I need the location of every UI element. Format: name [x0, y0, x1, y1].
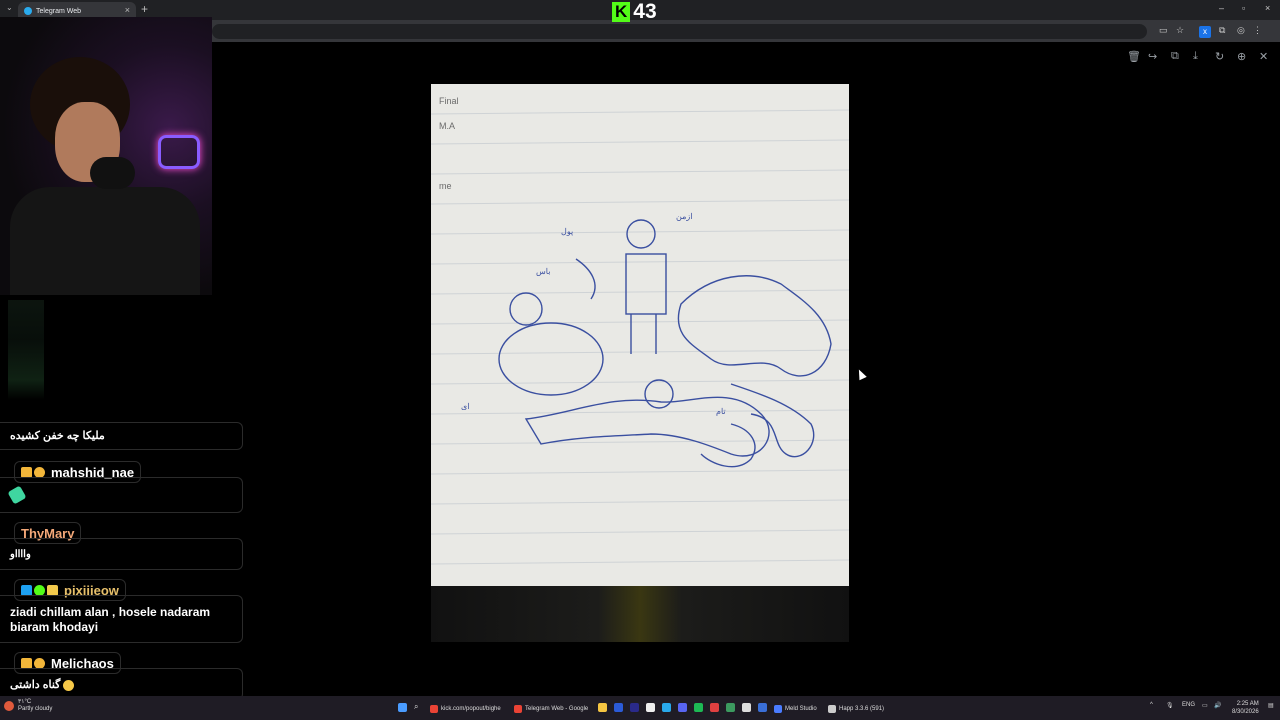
kick-logo: K	[612, 2, 631, 22]
app-icon-3[interactable]	[646, 703, 655, 712]
chat-message-text: ملیکا چه خفن کشیده	[10, 430, 105, 442]
bookmark-star-icon[interactable]: ☆	[1176, 25, 1184, 36]
system-clock[interactable]: 2:25 AM 8/30/2026	[1232, 700, 1259, 716]
app-icon-2[interactable]	[630, 703, 639, 712]
chat-message-text: گناه داشتی	[10, 679, 61, 691]
rotate-icon[interactable]: ↻	[1215, 50, 1224, 63]
download-icon[interactable]: ⤓	[1193, 50, 1198, 63]
forward-icon[interactable]: ↪	[1148, 50, 1157, 63]
weather-desc: Partly cloudy	[18, 706, 53, 712]
chat-avatars-blur	[8, 300, 44, 400]
discord-icon[interactable]	[678, 703, 687, 712]
chat-message	[0, 477, 243, 513]
taskbar-item-label: kick.com/popout/bighe	[441, 706, 501, 712]
search-icon[interactable]: ⌕	[414, 702, 418, 712]
sketch-note-1: Final	[439, 96, 459, 106]
app-icon-6[interactable]	[726, 703, 735, 712]
clock-date: 8/30/2026	[1232, 709, 1259, 715]
app-icon-1[interactable]	[614, 703, 623, 712]
chat-message-text: وااااو	[10, 549, 31, 560]
tab-title: Telegram Web	[36, 7, 82, 15]
taskbar-item-kick[interactable]: kick.com/popout/bighe	[430, 702, 501, 716]
meld-studio-icon	[774, 705, 782, 713]
start-icon[interactable]	[398, 703, 407, 712]
neon-sign	[158, 135, 200, 169]
vip-badge-icon	[21, 584, 32, 596]
sketch-note-3: me	[439, 181, 452, 191]
happ-icon	[828, 705, 836, 713]
file-explorer-icon[interactable]	[598, 703, 607, 712]
close-icon[interactable]: ✕	[1259, 50, 1268, 63]
sketch-label-4: ای	[461, 402, 469, 411]
tab-search-icon[interactable]: ⌄	[6, 3, 13, 12]
verified-badge-icon	[34, 584, 45, 596]
close-window-button[interactable]: ×	[1265, 3, 1270, 13]
app-icon-5[interactable]	[710, 703, 719, 712]
crown-badge-icon	[47, 584, 58, 596]
menu-kebab-icon[interactable]: ⋮	[1253, 25, 1262, 36]
smile-emoji-icon	[63, 679, 75, 691]
taskbar-item-telegram[interactable]: Telegram Web - Google	[514, 702, 588, 716]
minimize-button[interactable]: –	[1219, 3, 1224, 13]
notebook-sketch: ازمن پول باس ای تام Final M.A me	[431, 96, 849, 565]
feather-emote-icon	[7, 485, 27, 507]
microphone-tray-icon[interactable]: 🎙	[1166, 702, 1174, 709]
zoom-in-icon[interactable]: ⊕	[1237, 50, 1246, 63]
new-tab-button[interactable]: +	[141, 2, 148, 16]
tier-badge-icon	[34, 466, 45, 478]
extensions-icon[interactable]: ⧉	[1219, 25, 1225, 36]
sketch-label-2: پول	[561, 227, 573, 236]
sketch-label-5: تام	[716, 407, 726, 416]
chat-message-line-2: biaram khodayi	[10, 620, 99, 634]
profile-icon[interactable]: ◎	[1237, 25, 1245, 36]
tray-chevron-icon[interactable]: ^	[1150, 702, 1153, 708]
extension-x-icon[interactable]: x	[1199, 26, 1211, 38]
cast-icon[interactable]: ▭	[1159, 25, 1168, 36]
telegram-icon	[24, 7, 32, 15]
app-icon-4[interactable]	[694, 703, 703, 712]
network-icon[interactable]: ▭	[1202, 702, 1208, 709]
chrome-icon	[514, 705, 522, 713]
chat-message-line-1: ziadi chillam alan , hosele nadaram	[10, 605, 211, 619]
taskbar-item-meld[interactable]: Meld Studio	[774, 702, 817, 716]
taskbar-item-happ[interactable]: Happ 3.3.6 (591)	[828, 702, 884, 716]
taskbar-item-label: Meld Studio	[785, 706, 817, 712]
volume-icon[interactable]: 🔊	[1214, 702, 1221, 709]
sketch-label-3: باس	[536, 267, 550, 276]
app-icon-8[interactable]	[758, 703, 767, 712]
microphone-icon	[90, 157, 135, 189]
trash-icon[interactable]: 🗑	[1127, 50, 1141, 63]
sketch-note-2: M.A	[439, 121, 455, 131]
telegram-taskbar-icon[interactable]	[662, 703, 671, 712]
weather-widget[interactable]: ۳۱°C Partly cloudy	[4, 699, 52, 713]
viewer-count: 43	[633, 0, 657, 23]
copy-icon[interactable]: ⧉	[1171, 50, 1179, 63]
clock-time: 2:25 AM	[1236, 701, 1259, 707]
sketch-label-1: ازمن	[676, 212, 692, 221]
chat-message-row: گناه داشتی	[10, 678, 75, 693]
notification-icon[interactable]: ▤	[1268, 702, 1274, 709]
language-indicator[interactable]: ENG	[1182, 702, 1195, 708]
tab-close-icon[interactable]: ×	[125, 5, 130, 15]
maximize-button[interactable]: ▫	[1242, 3, 1245, 13]
webcam-jacket	[10, 187, 200, 295]
subscriber-badge-icon	[21, 466, 32, 478]
taskbar-item-label: Telegram Web - Google	[525, 706, 589, 712]
app-icon-7[interactable]	[742, 703, 751, 712]
chat-message	[0, 538, 243, 570]
address-bar[interactable]	[212, 24, 1147, 39]
subscriber-badge-icon	[21, 657, 32, 669]
kick-viewer-overlay: K 43	[612, 0, 657, 24]
weather-temp: ۳۱°C	[18, 699, 32, 705]
taskbar-item-label: Happ 3.3.6 (591)	[839, 706, 885, 712]
chrome-icon	[430, 705, 438, 713]
windows-taskbar	[0, 696, 1280, 720]
streamer-webcam	[0, 17, 212, 295]
weather-icon	[4, 701, 14, 711]
tier-badge-icon	[34, 657, 45, 669]
sketch-photo[interactable]: ازمن پول باس ای تام Final M.A me	[431, 84, 849, 586]
